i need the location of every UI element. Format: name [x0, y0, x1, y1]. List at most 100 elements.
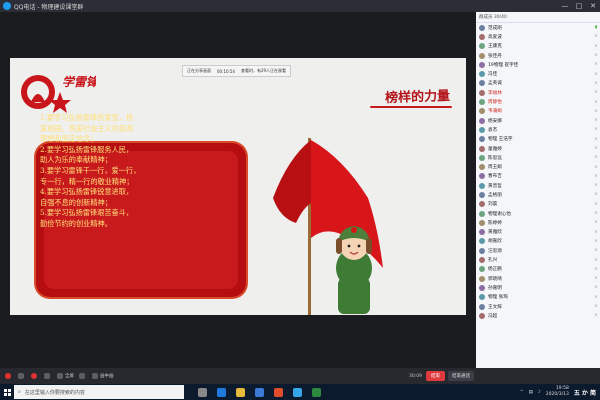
member-item[interactable]: 孟格丽 × — [476, 190, 600, 199]
app-icon[interactable] — [312, 387, 321, 397]
folder-icon[interactable] — [236, 387, 245, 397]
maximize-button[interactable]: □ — [572, 0, 586, 12]
member-item[interactable]: 童雅婷 × — [476, 144, 600, 153]
end-share-button[interactable]: 结束 — [426, 371, 445, 381]
avatar — [479, 52, 485, 59]
camera-button[interactable] — [31, 373, 39, 379]
member-item[interactable]: 黄雅欣 × — [476, 228, 600, 237]
end-call-button[interactable]: 结束通话 — [448, 371, 474, 381]
member-item[interactable]: 冯超 × — [476, 311, 600, 320]
member-item[interactable]: 物理谢心怡 × — [476, 209, 600, 218]
mic-muted-icon: × — [594, 43, 598, 49]
qq-icon — [3, 2, 11, 10]
store-icon[interactable] — [255, 387, 264, 397]
settings-button[interactable] — [79, 373, 87, 379]
member-item[interactable]: 陈思远 × — [476, 153, 600, 162]
member-item[interactable]: 高爱波 × — [476, 32, 600, 41]
tray-arrow-icon[interactable]: ^ — [520, 390, 524, 395]
member-item[interactable]: 刘晨 × — [476, 200, 600, 209]
member-item[interactable]: 黄晋哲 × — [476, 181, 600, 190]
network-icon[interactable]: ▤ — [529, 390, 533, 395]
speaker-button[interactable] — [18, 373, 26, 379]
edge-icon[interactable] — [217, 387, 226, 397]
task-view-icon[interactable] — [198, 387, 207, 397]
member-item[interactable]: 杨安娜 × — [476, 116, 600, 125]
avatar — [479, 257, 485, 264]
member-name: 陈思远 — [488, 155, 502, 161]
logo-text: 学雷锋 — [62, 75, 96, 89]
member-item[interactable]: 孙嘉明 × — [476, 283, 600, 292]
taskbar-search[interactable]: ⌕ 在这里输入你要搜索的内容 — [14, 385, 184, 399]
member-item[interactable]: 郭晓晴 × — [476, 274, 600, 283]
member-item[interactable]: 孟英诚 × — [476, 79, 600, 88]
member-item[interactable]: 王文辉 × — [476, 302, 600, 311]
avatar — [479, 108, 485, 115]
mic-muted-icon: × — [594, 53, 598, 59]
mic-muted-icon: × — [594, 192, 598, 198]
member-name: 冯超 — [488, 313, 498, 319]
member-item[interactable]: 胡嘉欣 × — [476, 237, 600, 246]
pip-button[interactable]: 画中画 — [92, 373, 114, 379]
member-item[interactable]: 袁杰 × — [476, 125, 600, 134]
avatar — [479, 33, 485, 40]
mic-muted-icon: × — [594, 164, 598, 170]
member-name: 周玉娟 — [488, 165, 502, 171]
search-icon: ⌕ — [18, 389, 21, 395]
member-name: 陈婷婷 — [488, 220, 502, 226]
fullscreen-button[interactable]: 全屏 — [57, 373, 74, 379]
mic-muted-icon: × — [594, 211, 598, 217]
windows-icon — [3, 388, 11, 396]
close-button[interactable]: ✕ — [586, 0, 600, 12]
avatar — [479, 164, 485, 171]
member-item[interactable]: 曹布吉 × — [476, 172, 600, 181]
member-item[interactable]: 范成刚 ◖ — [476, 23, 600, 32]
member-item[interactable]: 孔兴 × — [476, 255, 600, 264]
member-item[interactable]: 物理 王浩宇 × — [476, 135, 600, 144]
screen-icon — [44, 373, 50, 379]
member-name: 袁杰 — [488, 127, 498, 133]
member-item[interactable]: 杨正鹏 × — [476, 265, 600, 274]
member-item[interactable]: 周静怡 × — [476, 97, 600, 106]
member-name: 胡嘉欣 — [488, 239, 502, 245]
member-item[interactable]: 19物理 崔宇佳 × — [476, 60, 600, 69]
member-list-header: 群成员 30/40 — [476, 12, 600, 23]
member-name: 冯佳 — [488, 72, 498, 78]
qq-taskbar-icon[interactable] — [293, 387, 302, 397]
clock[interactable]: 19:58 2020/3/13 — [546, 386, 569, 398]
start-button[interactable] — [0, 384, 14, 400]
minimize-button[interactable]: — — [558, 0, 572, 12]
camera-icon — [31, 373, 37, 379]
ime-indicator[interactable]: 五 か 简 — [574, 388, 596, 397]
mic-muted-icon: × — [594, 238, 598, 244]
mic-button[interactable] — [5, 373, 13, 379]
member-name: 物理 王浩宇 — [488, 137, 513, 143]
mic-muted-icon: × — [594, 99, 598, 105]
mic-muted-icon: × — [594, 62, 598, 68]
member-item[interactable]: 王康克 × — [476, 42, 600, 51]
member-item[interactable]: 李福林 × — [476, 88, 600, 97]
member-item[interactable]: 韦蒲娟 × — [476, 107, 600, 116]
member-name: 刘晨 — [488, 202, 498, 208]
avatar — [479, 294, 485, 301]
member-item[interactable]: 周玉娟 × — [476, 162, 600, 171]
member-name: 黄晋哲 — [488, 183, 502, 189]
member-name: 杨安娜 — [488, 118, 502, 124]
slide-heading: 榜样的力量 — [384, 88, 451, 107]
search-placeholder: 在这里输入你要搜索的内容 — [24, 389, 85, 396]
pip-icon — [92, 373, 98, 379]
member-item[interactable]: 冯佳 × — [476, 69, 600, 78]
avatar — [479, 229, 485, 236]
member-item[interactable]: 张佳丹 × — [476, 51, 600, 60]
share-screen-button[interactable] — [44, 373, 52, 379]
avatar — [479, 191, 485, 198]
avatar — [479, 238, 485, 245]
volume-icon[interactable]: ♪ — [538, 390, 541, 395]
member-item[interactable]: 陈婷婷 × — [476, 218, 600, 227]
member-item[interactable]: 汪思源 × — [476, 246, 600, 255]
mic-muted-icon: × — [594, 118, 598, 124]
member-item[interactable]: 物理 张琦 × — [476, 293, 600, 302]
mic-muted-icon: × — [594, 136, 598, 142]
member-name: 王康克 — [488, 44, 502, 50]
office-icon[interactable] — [274, 387, 283, 397]
avatar — [479, 89, 485, 96]
